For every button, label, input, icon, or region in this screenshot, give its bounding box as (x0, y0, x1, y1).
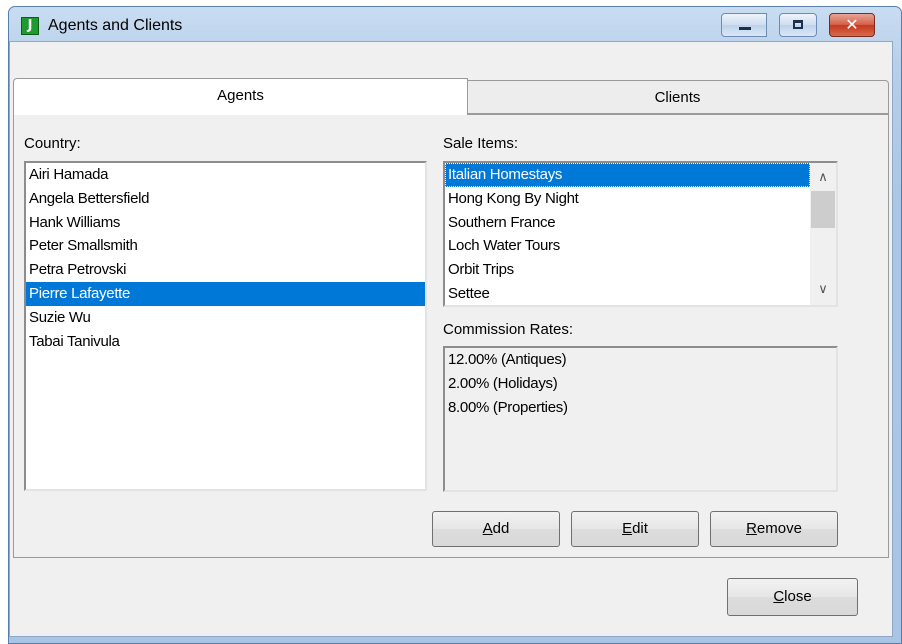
app-icon[interactable]: J (21, 17, 39, 35)
agent-list-item[interactable]: Airi Hamada (26, 163, 425, 187)
remove-button[interactable]: Remove (710, 511, 838, 547)
agents-listbox[interactable]: Airi Hamada Angela Bettersfield Hank Willi… (24, 161, 427, 491)
remove-mnemonic: R (746, 520, 757, 537)
sale-item[interactable]: Orbit Trips (445, 258, 810, 282)
agent-list-item[interactable]: Tabai Tanivula (26, 330, 425, 354)
sale-items-listbox[interactable]: Italian Homestays Hong Kong By Night South… (443, 161, 838, 307)
agent-list-item[interactable]: Petra Petrovski (26, 258, 425, 282)
commission-rates-label: Commission Rates: (443, 321, 574, 338)
sale-items-scrollbar[interactable]: ∧ ∨ (810, 163, 836, 305)
minimize-button[interactable] (721, 13, 767, 37)
sale-item-list: Italian Homestays Hong Kong By Night South… (445, 163, 810, 305)
agent-list-item[interactable]: Hank Williams (26, 211, 425, 235)
commission-rate-item[interactable]: 8.00% (Properties) (445, 396, 836, 420)
dialog-body: Agents Clients Country: Airi Hamada Angel… (9, 41, 893, 637)
scroll-down-icon[interactable]: ∨ (810, 279, 836, 301)
agent-list: Airi Hamada Angela Bettersfield Hank Willi… (26, 163, 425, 353)
maximize-button[interactable] (779, 13, 817, 37)
close-window-button[interactable]: ✕ (829, 13, 875, 37)
close-icon: ✕ (845, 15, 859, 34)
sale-items-label: Sale Items: (443, 135, 519, 152)
country-label: Country: (24, 135, 81, 152)
sale-item[interactable]: Loch Water Tours (445, 234, 810, 258)
add-label: dd (492, 520, 510, 537)
edit-mnemonic: E (622, 520, 633, 537)
scrollbar-thumb[interactable] (811, 191, 835, 228)
agents-tab-panel: Country: Airi Hamada Angela Bettersfield H… (13, 114, 889, 558)
commission-rate-list: 12.00% (Antiques) 2.00% (Holidays) 8.00% (… (445, 348, 836, 419)
agent-list-item[interactable]: Suzie Wu (26, 306, 425, 330)
add-mnemonic: A (482, 520, 493, 537)
sale-item[interactable]: Italian Homestays (445, 163, 810, 187)
agent-list-item[interactable]: Peter Smallsmith (26, 234, 425, 258)
sale-item[interactable]: Settee (445, 282, 810, 305)
sale-item[interactable]: Hong Kong By Night (445, 187, 810, 211)
maximize-icon (793, 20, 803, 29)
commission-rate-item[interactable]: 2.00% (Holidays) (445, 372, 836, 396)
commission-rates-listbox[interactable]: 12.00% (Antiques) 2.00% (Holidays) 8.00% (… (443, 346, 838, 492)
minimize-icon (739, 27, 751, 30)
add-button[interactable]: Add (432, 511, 560, 547)
sale-item[interactable]: Southern France (445, 211, 810, 235)
edit-button[interactable]: Edit (571, 511, 699, 547)
close-button[interactable]: Close (727, 578, 858, 616)
agents-clients-window: J Agents and Clients ✕ Agents Clients Co… (8, 6, 902, 644)
tab-clients[interactable]: Clients (467, 80, 889, 114)
agent-list-item[interactable]: Angela Bettersfield (26, 187, 425, 211)
commission-rate-item[interactable]: 12.00% (Antiques) (445, 348, 836, 372)
window-title: Agents and Clients (48, 17, 183, 34)
tab-agents[interactable]: Agents (13, 78, 468, 115)
agent-list-item[interactable]: Pierre Lafayette (26, 281, 425, 306)
close-mnemonic: C (773, 588, 785, 605)
remove-label: emove (756, 520, 802, 537)
scroll-up-icon[interactable]: ∧ (810, 167, 836, 189)
title-bar[interactable]: J Agents and Clients ✕ (9, 7, 901, 41)
close-label: lose (784, 588, 812, 605)
edit-label: dit (632, 520, 648, 537)
